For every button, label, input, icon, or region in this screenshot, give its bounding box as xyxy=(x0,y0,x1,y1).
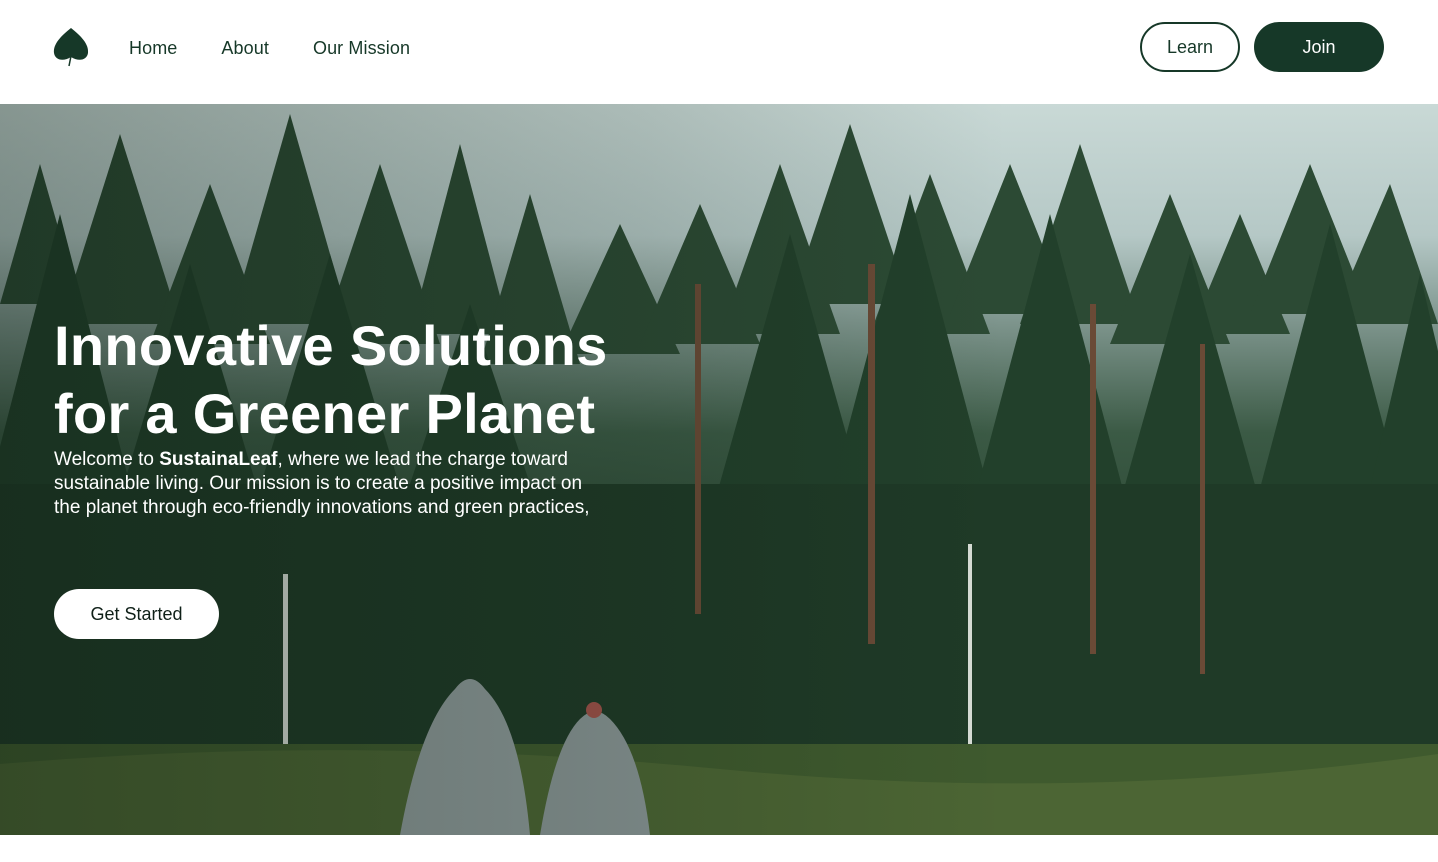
nav-link-about[interactable]: About xyxy=(221,36,269,60)
top-navbar: Home About Our Mission Learn Join xyxy=(0,0,1438,104)
main-nav: Home About Our Mission xyxy=(129,36,410,60)
join-button[interactable]: Join xyxy=(1254,22,1384,72)
nav-link-home[interactable]: Home xyxy=(129,36,177,60)
page-bottom-strip xyxy=(0,835,1438,862)
nav-link-our-mission[interactable]: Our Mission xyxy=(313,36,410,60)
hero-title-line-1: Innovative Solutions xyxy=(54,314,608,377)
hero-text-prefix: Welcome to xyxy=(54,449,160,470)
hero-title-line-2: for a Greener Planet xyxy=(54,382,596,445)
hero-title: Innovative Solutions for a Greener Plane… xyxy=(54,312,694,448)
get-started-button[interactable]: Get Started xyxy=(54,589,219,639)
hero-section: Innovative Solutions for a Greener Plane… xyxy=(0,104,1438,835)
learn-button[interactable]: Learn xyxy=(1140,22,1240,72)
brand-name: SustainaLeaf xyxy=(159,449,278,470)
hero-description: Welcome to SustainaLeaf, where we lead t… xyxy=(54,448,594,520)
leaf-logo-icon[interactable] xyxy=(53,26,89,68)
